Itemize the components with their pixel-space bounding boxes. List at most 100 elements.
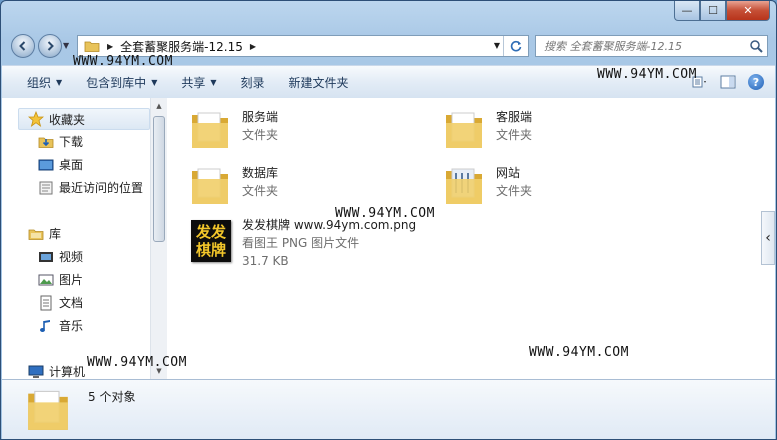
folder-icon	[84, 41, 100, 52]
organize-menu[interactable]: 组织 ▼	[27, 74, 62, 91]
include-in-library-menu[interactable]: 包含到库中 ▼	[86, 74, 157, 91]
nav-label: 最近访问的位置	[59, 181, 144, 195]
nav-item-music[interactable]: 音乐	[38, 317, 83, 334]
folder-icon	[188, 160, 232, 210]
nav-item-desktop[interactable]: 桌面	[38, 156, 83, 173]
list-item[interactable]: 客服端 文件夹	[442, 104, 532, 154]
watermark: WWW.94YM.COM	[335, 206, 435, 221]
help-button[interactable]: ?	[745, 71, 767, 93]
nav-label: 视频	[59, 250, 84, 264]
watermark: WWW.94YM.COM	[597, 67, 697, 82]
search-input[interactable]	[542, 38, 756, 54]
pictures-icon	[38, 272, 54, 288]
file-list: 服务端 文件夹 客服端 文件夹 数据库 文件夹 网站 文件夹 发发棋牌 发发棋牌…	[168, 98, 775, 379]
explorer-window: — ☐ ✕ ▼ ▶ 全套蓄聚服务端-12.15 ▶ ▼ 搜索 全套蓄聚服务端-1…	[0, 0, 777, 440]
nav-label: 库	[49, 227, 62, 241]
chevron-down-icon: ▼	[56, 77, 63, 87]
folder-icon	[442, 160, 486, 210]
search-icon[interactable]	[749, 39, 763, 53]
list-item[interactable]: 网站 文件夹	[442, 160, 532, 210]
forward-arrow-icon	[47, 41, 54, 51]
item-count: 5 个对象	[88, 390, 136, 404]
scroll-up-icon[interactable]: ▲	[151, 98, 167, 114]
back-arrow-icon	[19, 41, 26, 51]
file-type: 文件夹	[496, 128, 533, 142]
downloads-folder-icon	[38, 134, 54, 150]
watermark: WWW.94YM.COM	[87, 355, 187, 370]
include-in-library-label: 包含到库中	[86, 75, 147, 90]
list-item[interactable]: 服务端 文件夹	[188, 104, 278, 154]
file-name: 服务端	[242, 110, 279, 124]
nav-label: 收藏夹	[49, 112, 86, 127]
file-name: 网站	[496, 166, 521, 180]
file-type: 文件夹	[242, 184, 279, 198]
navigation-pane: 收藏夹 下载 桌面 最近访问的位置 库 视频 图片 文档 音乐 计算机	[2, 98, 150, 379]
refresh-button[interactable]	[503, 36, 528, 56]
nav-item-pictures[interactable]: 图片	[38, 271, 83, 288]
new-folder-button[interactable]: 新建文件夹	[289, 74, 349, 91]
new-folder-label: 新建文件夹	[288, 75, 349, 90]
list-item[interactable]: 发发棋牌 发发棋牌 www.94ym.com.png 看图王 PNG 图片文件 …	[190, 216, 416, 270]
burn-label: 刻录	[240, 75, 265, 90]
chevron-down-icon: ▼	[210, 77, 217, 87]
breadcrumb-current-folder[interactable]: 全套蓄聚服务端-12.15	[120, 38, 243, 55]
watermark: WWW.94YM.COM	[529, 345, 629, 360]
burn-button[interactable]: 刻录	[241, 74, 265, 91]
back-button[interactable]	[11, 34, 35, 58]
star-icon	[28, 111, 44, 127]
content-area: 收藏夹 下载 桌面 最近访问的位置 库 视频 图片 文档 音乐 计算机 ▲ ▼ …	[2, 98, 775, 379]
folder-icon	[442, 104, 486, 154]
file-type: 看图王 PNG 图片文件	[242, 236, 360, 250]
nav-item-recent-places[interactable]: 最近访问的位置	[38, 179, 143, 196]
nav-label: 音乐	[59, 319, 84, 333]
maximize-button[interactable]: ☐	[700, 1, 726, 21]
recent-pages-dropdown-icon[interactable]: ▼	[63, 41, 69, 50]
breadcrumb-separator-icon[interactable]: ▶	[107, 42, 113, 51]
video-icon	[38, 249, 54, 265]
recent-places-icon	[38, 180, 54, 196]
file-name: 数据库	[242, 166, 279, 180]
nav-label: 图片	[59, 273, 84, 287]
thumbnail-text: 发发棋牌	[191, 220, 231, 262]
music-icon	[38, 318, 54, 334]
navigation-pane-scrollbar[interactable]: ▲ ▼	[150, 98, 167, 379]
nav-item-downloads[interactable]: 下载	[38, 133, 83, 150]
nav-item-computer[interactable]: 计算机	[28, 363, 85, 379]
preview-pane-button[interactable]	[717, 71, 739, 93]
help-icon: ?	[748, 74, 764, 90]
file-type: 文件夹	[496, 184, 533, 198]
nav-item-videos[interactable]: 视频	[38, 248, 83, 265]
minimize-button[interactable]: —	[674, 1, 700, 21]
nav-label: 下载	[59, 135, 84, 149]
share-menu[interactable]: 共享 ▼	[181, 74, 216, 91]
file-type: 文件夹	[242, 128, 279, 142]
nav-item-libraries[interactable]: 库	[28, 225, 61, 242]
share-label: 共享	[181, 75, 206, 90]
folder-icon	[188, 104, 232, 154]
file-name: 客服端	[496, 110, 533, 124]
breadcrumb-chevron-icon[interactable]: ▶	[250, 42, 256, 51]
forward-button[interactable]	[38, 34, 62, 58]
search-box[interactable]	[535, 35, 768, 57]
organize-label: 组织	[27, 75, 52, 90]
nav-item-documents[interactable]: 文档	[38, 294, 83, 311]
details-pane: 5 个对象	[2, 379, 775, 439]
image-thumbnail: 发发棋牌	[190, 216, 232, 266]
chevron-left-icon: ‹	[765, 230, 771, 246]
libraries-icon	[28, 226, 44, 242]
close-button[interactable]: ✕	[726, 1, 770, 21]
nav-item-favorites[interactable]: 收藏夹	[18, 108, 150, 130]
nav-label: 桌面	[59, 158, 84, 172]
folder-icon	[28, 390, 68, 430]
preview-collapse-button[interactable]: ‹	[761, 211, 775, 265]
refresh-icon	[510, 40, 522, 52]
preview-pane-icon	[720, 75, 736, 89]
scroll-thumb[interactable]	[153, 116, 165, 242]
chevron-down-icon: ▼	[151, 77, 158, 87]
address-dropdown-icon[interactable]: ▼	[494, 41, 500, 50]
nav-label: 计算机	[49, 365, 86, 379]
list-item[interactable]: 数据库 文件夹	[188, 160, 278, 210]
desktop-icon	[38, 157, 54, 173]
watermark: WWW.94YM.COM	[73, 54, 173, 69]
documents-icon	[38, 295, 54, 311]
